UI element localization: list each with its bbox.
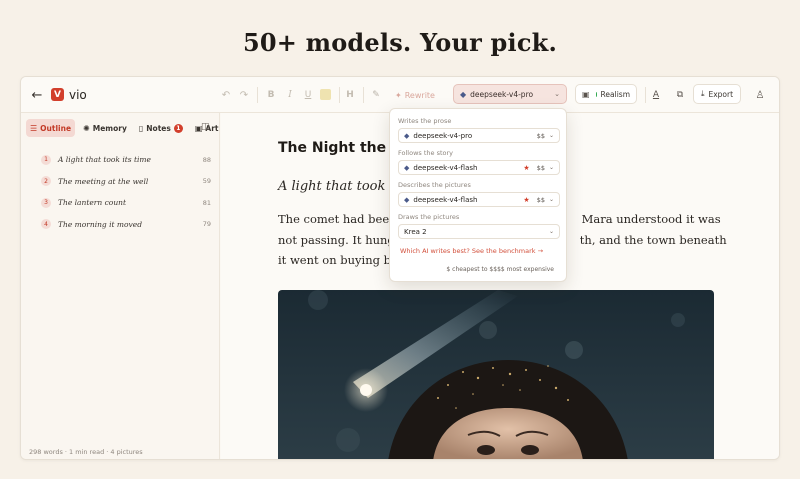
outline-number: 3 <box>41 197 51 208</box>
chevron-down-icon: ⌄ <box>548 164 554 171</box>
tab-notes[interactable]: ▯ Notes 1 <box>135 119 187 137</box>
heading-icon[interactable]: H <box>343 77 357 113</box>
prose-model-select[interactable]: ◆ deepseek-v4-pro $$ ⌄ <box>398 128 560 143</box>
star-icon: ★ <box>523 195 530 204</box>
model-selector-label: deepseek-v4-pro <box>470 89 534 99</box>
outline-count: 81 <box>202 198 211 207</box>
image-icon: ▣ <box>582 89 590 99</box>
whale-icon: ◆ <box>404 163 410 172</box>
outline-item[interactable]: 4 The morning it moved 79 <box>41 214 211 236</box>
model-slot-draw: Draws the pictures Krea 2 ⌄ <box>398 213 560 239</box>
tab-label: Memory <box>92 123 127 133</box>
para-text: th, and the town beneath <box>579 232 727 247</box>
story-illustration[interactable] <box>278 290 714 459</box>
story-model-select[interactable]: ◆ deepseek-v4-flash ★ $$ ⌄ <box>398 160 560 175</box>
star-icon: ★ <box>523 163 530 172</box>
para-text: The comet had been <box>278 212 397 226</box>
outline-item[interactable]: 1 A light that took its time 88 <box>41 149 211 171</box>
download-icon: ⤓ <box>700 89 705 98</box>
outline-count: 79 <box>202 220 211 229</box>
para-text: not passing. It hung <box>278 232 395 247</box>
app-brand: vio <box>69 88 87 102</box>
user-icon[interactable]: ♙ <box>753 77 767 113</box>
model-slot-describe: Describes the pictures ◆ deepseek-v4-fla… <box>398 181 560 207</box>
outline-number: 2 <box>41 176 51 187</box>
outline-number: 1 <box>41 154 51 165</box>
outline-title: A light that took its time <box>58 155 151 165</box>
outline-count: 88 <box>202 155 211 164</box>
underline-icon[interactable]: U <box>301 77 315 113</box>
headline: 50+ models. Your pick. <box>242 28 558 57</box>
outline-count: 59 <box>202 177 211 186</box>
sidebar-toggle-icon[interactable]: ◫ <box>201 122 210 132</box>
list-icon: ☰ <box>30 123 38 133</box>
outline-title: The meeting at the well <box>58 176 149 186</box>
draw-model-select[interactable]: Krea 2 ⌄ <box>398 224 560 239</box>
whale-icon: ◆ <box>460 89 467 99</box>
sidebar-tabs: ☰ Outline ✺ Memory ▯ Notes 1 ▣ Art <box>26 119 223 137</box>
outline-title: The morning it moved <box>58 219 143 229</box>
whale-icon: ◆ <box>404 195 410 204</box>
back-arrow-icon[interactable]: ← <box>29 77 45 113</box>
whale-icon: ◆ <box>404 131 410 140</box>
benchmark-link[interactable]: Which AI writes best? See the benchmark … <box>400 247 543 255</box>
model-slot-story: Follows the story ◆ deepseek-v4-flash ★ … <box>398 149 560 175</box>
export-button[interactable]: ⤓ Export <box>693 84 741 104</box>
model-slot-prose: Writes the prose ◆ deepseek-v4-pro $$ ⌄ <box>398 117 560 143</box>
model-name: deepseek-v4-flash <box>413 195 478 204</box>
tab-memory[interactable]: ✺ Memory <box>79 119 131 137</box>
slot-label: Draws the pictures <box>398 213 460 221</box>
tab-outline[interactable]: ☰ Outline <box>26 119 76 137</box>
copy-icon[interactable]: ⧉ <box>673 77 687 113</box>
pen-icon[interactable]: ✎ <box>369 77 383 113</box>
chevron-down-icon: ⌄ <box>548 196 554 203</box>
italic-icon[interactable]: I <box>283 77 297 113</box>
app-logo: V <box>51 88 64 101</box>
para-text: it went on buying bre <box>278 253 404 267</box>
app-window: ← V vio ↶ ↷ B I U H ✎ ✦ Rewrite ◆ deepse… <box>20 76 780 460</box>
status-dot <box>595 91 597 97</box>
rewrite-button[interactable]: ✦ Rewrite <box>390 86 440 104</box>
model-name: Krea 2 <box>404 227 427 236</box>
slot-label: Follows the story <box>398 149 454 157</box>
slot-label: Writes the prose <box>398 117 452 125</box>
outline-number: 4 <box>41 219 51 230</box>
outline-list: 1 A light that took its time 88 2 The me… <box>41 149 211 235</box>
model-name: deepseek-v4-flash <box>413 163 478 172</box>
undo-icon[interactable]: ↶ <box>219 77 233 113</box>
describe-model-select[interactable]: ◆ deepseek-v4-flash ★ $$ ⌄ <box>398 192 560 207</box>
rewrite-label: Rewrite <box>404 90 435 100</box>
chevron-down-icon: ⌄ <box>548 132 554 139</box>
sparkle-icon: ✦ <box>395 90 402 100</box>
notes-badge: 1 <box>173 123 183 133</box>
text-format-icon[interactable]: A <box>649 77 663 113</box>
bold-icon[interactable]: B <box>264 77 278 113</box>
price-tier: $$ <box>536 131 545 140</box>
redo-icon[interactable]: ↷ <box>237 77 251 113</box>
chevron-down-icon: ⌄ <box>548 228 554 235</box>
tab-label: Outline <box>40 123 72 133</box>
outline-title: The lantern count <box>58 198 126 208</box>
realism-label: Realism <box>600 89 630 99</box>
price-tier: $$ <box>536 163 545 172</box>
price-tier: $$ <box>536 195 545 204</box>
memory-icon: ✺ <box>83 123 90 133</box>
document-stats: 298 words · 1 min read · 4 pictures <box>29 448 143 456</box>
export-label: Export <box>708 89 734 99</box>
tab-label: Notes <box>146 123 171 133</box>
para-text: Mara understood it was <box>581 212 721 226</box>
document-icon: ▯ <box>138 123 144 133</box>
highlight-icon[interactable] <box>320 89 331 100</box>
price-legend: $ cheapest to $$$$ most expensive <box>446 266 554 273</box>
model-name: deepseek-v4-pro <box>413 131 473 140</box>
image-style-selector[interactable]: ▣ Realism <box>575 84 637 104</box>
model-selector[interactable]: ◆ deepseek-v4-pro ⌄ <box>453 84 567 104</box>
outline-item[interactable]: 2 The meeting at the well 59 <box>41 171 211 193</box>
chapter-title[interactable]: A light that took its <box>278 179 406 194</box>
outline-item[interactable]: 3 The lantern count 81 <box>41 192 211 214</box>
slot-label: Describes the pictures <box>398 181 471 189</box>
model-dropdown: Writes the prose ◆ deepseek-v4-pro $$ ⌄ … <box>389 108 567 282</box>
chevron-down-icon: ⌄ <box>554 90 560 98</box>
sidebar: ☰ Outline ✺ Memory ▯ Notes 1 ▣ Art ◫ 1 A… <box>21 113 223 459</box>
